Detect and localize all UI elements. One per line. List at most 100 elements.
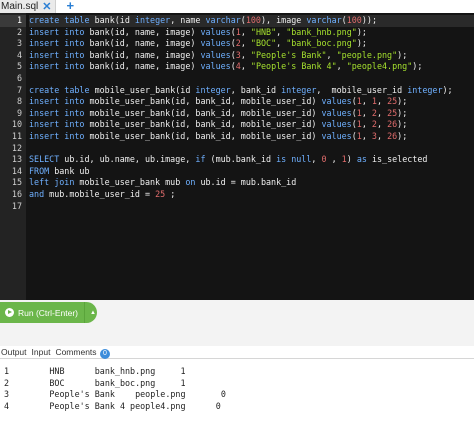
code-token: values: [200, 26, 231, 37]
code-token: if: [195, 154, 206, 165]
run-button[interactable]: Run (Ctrl-Enter) ▲: [0, 302, 97, 323]
code-token: 25: [387, 96, 398, 107]
line-number: 1: [0, 15, 26, 27]
code-area[interactable]: create table bank(id integer, name varch…: [26, 13, 474, 300]
code-token: );: [442, 84, 453, 95]
code-token: 25: [387, 107, 398, 118]
caret-up-icon[interactable]: ▲: [90, 310, 96, 316]
code-token: ,: [336, 61, 347, 72]
code-token: create table: [29, 84, 95, 95]
code-line[interactable]: FROM bank ub: [29, 166, 474, 178]
code-token: varchar: [306, 15, 342, 25]
code-token: create table: [29, 15, 95, 25]
code-token: and: [29, 188, 50, 199]
line-number: 6: [16, 72, 22, 83]
line-number: 9: [16, 107, 22, 118]
output-line: 2 BOC bank_boc.png 1: [4, 377, 186, 388]
code-token: bank(id, name, image): [89, 26, 201, 37]
tab-label: Main.sql: [1, 0, 39, 12]
code-token: mub.mobile_user_id =: [49, 188, 156, 199]
code-token: mobile_user_bank(id, bank_id, mobile_use…: [89, 130, 322, 141]
code-token: insert into: [29, 49, 90, 60]
tab-comments[interactable]: Comments 0: [55, 346, 110, 359]
code-token: );: [356, 26, 367, 37]
code-token: ,: [311, 154, 322, 165]
code-token: insert into: [29, 107, 90, 118]
code-token: ,: [376, 119, 388, 130]
code-token: , name: [170, 15, 206, 25]
code-token: ,: [276, 38, 287, 49]
code-token: "HNB": [250, 26, 277, 37]
code-token: ));: [361, 15, 377, 25]
code-line[interactable]: insert into mobile_user_bank(id, bank_id…: [29, 131, 474, 143]
tab-output[interactable]: Output: [1, 346, 27, 358]
code-token: ub.id = mub.bank_id: [200, 177, 297, 188]
code-line[interactable]: create table bank(id integer, name varch…: [29, 15, 474, 27]
run-button-label: Run (Ctrl-Enter): [18, 307, 78, 318]
tab-main-sql[interactable]: Main.sql ✕: [0, 0, 57, 13]
code-token: "People's Bank": [250, 49, 327, 60]
line-number: 10: [11, 119, 22, 130]
tab-input[interactable]: Input: [32, 346, 51, 358]
code-token: left join: [29, 177, 80, 188]
code-line[interactable]: insert into bank(id, name, image) values…: [29, 61, 474, 73]
code-line[interactable]: insert into bank(id, name, image) values…: [29, 38, 474, 50]
code-token: mobile_user_bank(id, bank_id, mobile_use…: [89, 107, 322, 118]
code-token: bank ub: [54, 165, 90, 176]
code-line[interactable]: insert into bank(id, name, image) values…: [29, 50, 474, 62]
comments-count-badge: 0: [99, 348, 110, 359]
code-token: bank(id: [94, 15, 135, 25]
code-token: insert into: [29, 96, 90, 107]
line-number: 2: [16, 26, 22, 37]
code-line[interactable]: SELECT ub.id, ub.name, ub.image, if (mub…: [29, 154, 474, 166]
code-token: values: [321, 119, 352, 130]
output-line: 3 People's Bank people.png 0: [4, 389, 226, 400]
code-token: ,: [326, 154, 342, 165]
code-token: bank(id, name, image): [89, 49, 201, 60]
code-token: );: [356, 38, 367, 49]
line-number: 16: [11, 188, 22, 199]
code-token: insert into: [29, 38, 90, 49]
code-token: );: [397, 119, 408, 130]
code-line[interactable]: insert into mobile_user_bank(id, bank_id…: [29, 119, 474, 131]
code-token: ,: [376, 96, 388, 107]
code-token: integer: [407, 84, 443, 95]
code-token: , bank_id: [230, 84, 282, 95]
line-number: 4: [16, 49, 22, 60]
code-token: values: [200, 38, 231, 49]
code-token: 100: [245, 15, 261, 25]
code-token: ,: [361, 96, 372, 107]
code-token: mobile_user_bank(id: [94, 84, 196, 95]
code-line[interactable]: left join mobile_user_bank mub on ub.id …: [29, 177, 474, 189]
plus-icon[interactable]: +: [66, 0, 74, 12]
code-line[interactable]: insert into bank(id, name, image) values…: [29, 27, 474, 39]
code-token: , mobile_user_id: [316, 84, 408, 95]
code-editor[interactable]: 1 2 3 4 5 6 7 8 9 10 11 12 13 14 15 16 17 create table b…: [0, 13, 474, 300]
code-line[interactable]: [29, 201, 474, 213]
close-icon[interactable]: ✕: [42, 1, 51, 13]
tab-bar: Main.sql ✕ +: [0, 0, 474, 13]
code-token: );: [397, 49, 408, 60]
code-line[interactable]: insert into mobile_user_bank(id, bank_id…: [29, 108, 474, 120]
output-panel: 1 HNB bank_hnb.png 12 BOC bank_boc.png 1…: [0, 360, 474, 432]
code-token: is_selected: [366, 154, 428, 165]
line-number: 15: [11, 177, 22, 188]
code-token: integer: [195, 84, 231, 95]
code-line[interactable]: and mub.mobile_user_id = 25 ;: [29, 189, 474, 201]
code-token: ,: [361, 130, 372, 141]
code-line[interactable]: [29, 73, 474, 85]
code-line[interactable]: create table mobile_user_bank(id integer…: [29, 85, 474, 97]
code-token: ,: [376, 130, 388, 141]
code-token: varchar: [205, 15, 241, 25]
code-token: integer: [134, 15, 171, 25]
line-number: 8: [16, 96, 22, 107]
code-token: values: [321, 130, 352, 141]
code-line[interactable]: [29, 143, 474, 155]
code-token: insert into: [29, 130, 90, 141]
code-token: insert into: [29, 119, 90, 130]
code-token: ,: [240, 26, 251, 37]
code-line[interactable]: insert into mobile_user_bank(id, bank_id…: [29, 96, 474, 108]
code-token: bank(id, name, image): [89, 38, 201, 49]
code-token: ): [346, 154, 357, 165]
code-token: ,: [276, 26, 287, 37]
